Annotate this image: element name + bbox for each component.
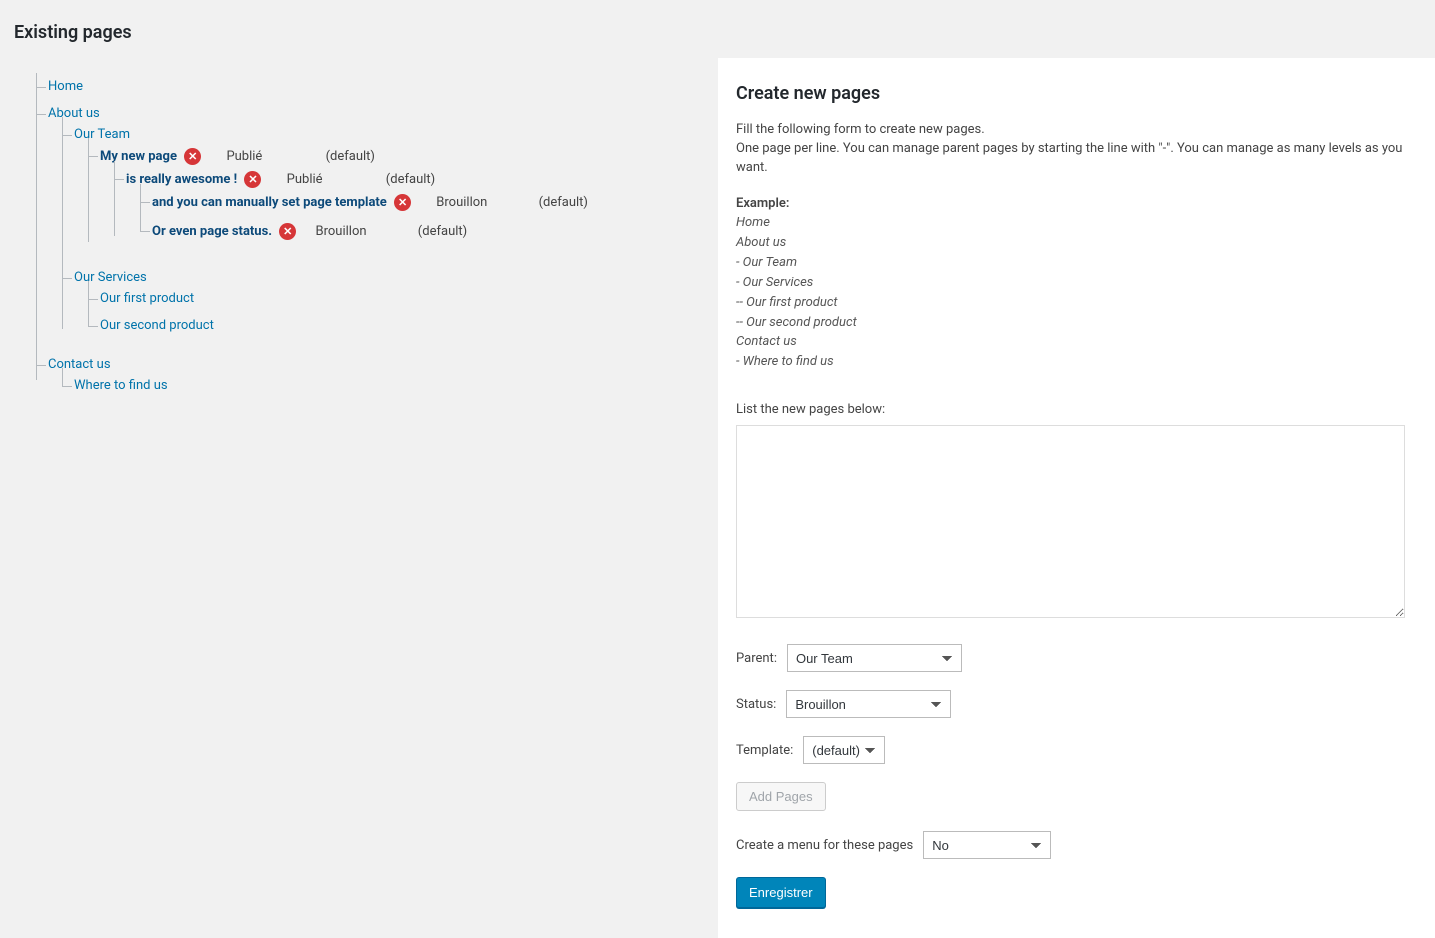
new-pages-textarea[interactable]: [736, 425, 1405, 618]
delete-icon[interactable]: ✕: [394, 194, 411, 211]
existing-pages-panel: Existing pages Home About us Our Team My…: [0, 0, 718, 938]
tree-node-second-product[interactable]: Our second product: [100, 318, 214, 333]
template-label: (default): [386, 172, 435, 187]
create-menu-select[interactable]: No: [923, 831, 1051, 859]
tree-node-first-product[interactable]: Our first product: [100, 291, 194, 306]
tree-node-our-team[interactable]: Our Team: [74, 127, 130, 142]
status-label: Publié: [287, 172, 323, 187]
status-form-label: Status:: [736, 697, 776, 712]
tree-node-my-new-page[interactable]: My new page: [100, 149, 177, 164]
submit-button[interactable]: Enregistrer: [736, 877, 826, 908]
delete-icon[interactable]: ✕: [244, 171, 261, 188]
template-label: (default): [539, 195, 588, 210]
create-pages-description: Fill the following form to create new pa…: [736, 121, 1405, 178]
tree-node-page-status[interactable]: Or even page status.: [152, 224, 272, 239]
status-label: Publié: [226, 149, 262, 164]
existing-pages-title: Existing pages: [14, 22, 698, 43]
add-pages-button[interactable]: Add Pages: [736, 782, 826, 811]
page-tree: Home About us Our Team My new page ✕ Pub…: [48, 73, 698, 405]
tree-node-about-us[interactable]: About us: [48, 106, 100, 121]
tree-node-our-services[interactable]: Our Services: [74, 270, 147, 285]
example-block: Home About us - Our Team - Our Services …: [736, 214, 1405, 372]
tree-node-manual-template[interactable]: and you can manually set page template: [152, 195, 387, 210]
template-select[interactable]: (default): [803, 736, 885, 764]
status-label: Brouillon: [436, 195, 487, 210]
tree-node-awesome[interactable]: is really awesome !: [126, 172, 237, 187]
delete-icon[interactable]: ✕: [279, 223, 296, 240]
create-pages-panel: Create new pages Fill the following form…: [718, 58, 1435, 938]
example-heading: Example:: [736, 195, 1405, 214]
template-form-label: Template:: [736, 743, 793, 758]
tree-node-contact-us[interactable]: Contact us: [48, 357, 111, 372]
template-label: (default): [418, 224, 467, 239]
parent-select[interactable]: Our Team: [787, 644, 962, 672]
delete-icon[interactable]: ✕: [184, 148, 201, 165]
create-menu-label: Create a menu for these pages: [736, 838, 913, 853]
template-label: (default): [326, 149, 375, 164]
status-label: Brouillon: [316, 224, 367, 239]
list-pages-label: List the new pages below:: [736, 402, 885, 417]
parent-label: Parent:: [736, 651, 777, 666]
tree-node-where-to-find[interactable]: Where to find us: [74, 378, 168, 393]
tree-node-home[interactable]: Home: [48, 79, 83, 94]
create-pages-title: Create new pages: [736, 83, 1405, 104]
status-select[interactable]: Brouillon: [786, 690, 951, 718]
